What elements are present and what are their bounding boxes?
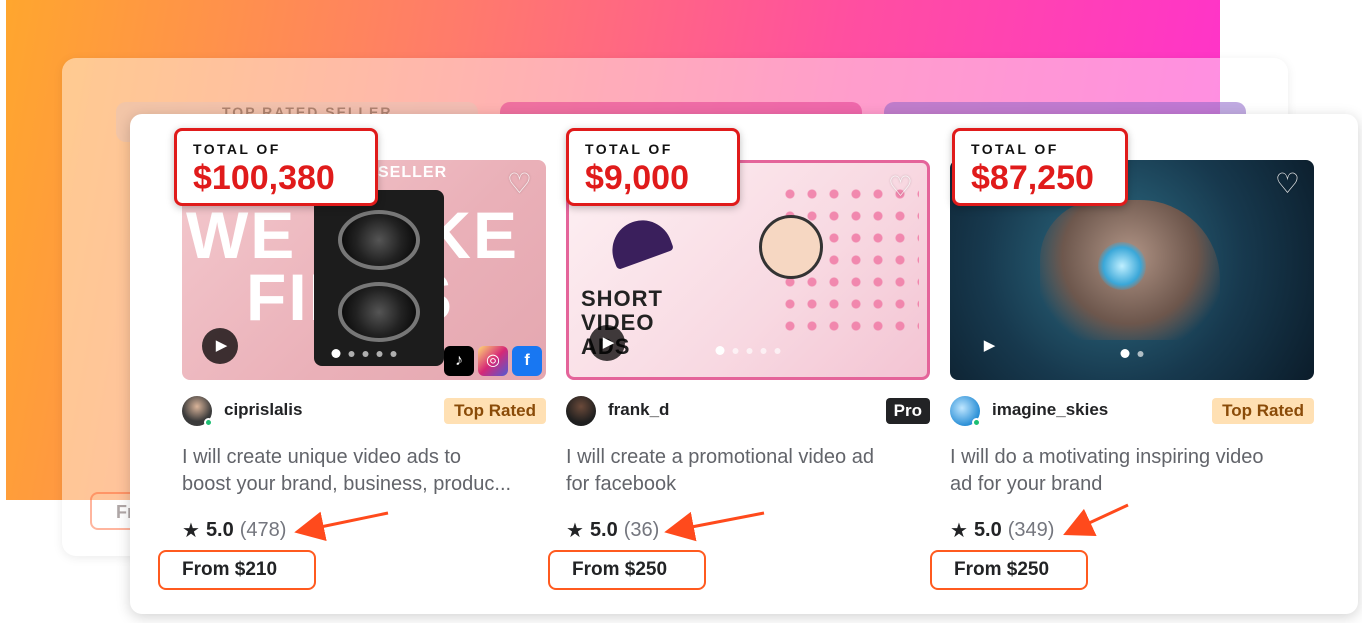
arrow-to-rating — [1063, 503, 1129, 537]
annotation-arrows — [294, 503, 1129, 542]
arrow-to-rating — [664, 511, 765, 542]
arrow-to-rating — [294, 511, 389, 542]
